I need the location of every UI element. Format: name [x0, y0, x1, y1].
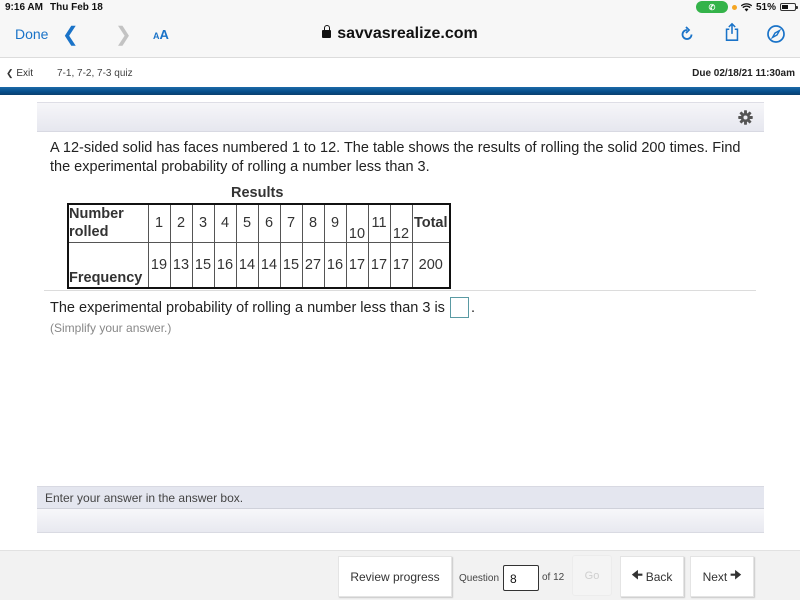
table-title: Results	[231, 185, 284, 201]
chevron-left-icon: ❮	[6, 68, 14, 78]
number-cell: 11	[367, 203, 391, 243]
number-cell: 4	[213, 203, 237, 243]
status-bar: 9:16 AM Thu Feb 18 ✆ 51%	[0, 0, 800, 16]
total-value: 200	[411, 241, 451, 289]
share-icon[interactable]	[722, 22, 742, 42]
frequency-cell: 15	[279, 241, 303, 289]
question-total: of 12	[542, 572, 565, 583]
row-header-frequency: Frequency	[67, 241, 149, 289]
frequency-cell: 19	[147, 241, 171, 289]
frequency-cell: 15	[191, 241, 215, 289]
frequency-cell: 16	[323, 241, 347, 289]
frequency-cell: 27	[301, 241, 325, 289]
number-cell: 7	[279, 203, 303, 243]
number-cell: 9	[323, 203, 347, 243]
answer-line: The experimental probability of rolling …	[50, 297, 475, 318]
text-size-button[interactable]: AA	[153, 27, 169, 42]
number-cell: 1	[147, 203, 171, 243]
question-toolbar	[37, 102, 764, 132]
arrow-left-icon: 🠈	[631, 568, 643, 582]
frequency-cell: 17	[389, 241, 413, 289]
chevron-left-icon[interactable]: ❮	[62, 22, 79, 47]
question-label: Question	[459, 573, 500, 584]
instructions-bar: Enter your answer in the answer box.	[37, 486, 764, 509]
number-cell: 10	[345, 203, 369, 243]
quiz-title: 7-1, 7-2, 7-3 quiz	[57, 68, 133, 79]
frequency-cell: 13	[169, 241, 193, 289]
compass-icon[interactable]	[766, 24, 786, 44]
brand-bar	[0, 87, 800, 95]
number-cell: 6	[257, 203, 281, 243]
chevron-right-icon: ❯	[115, 24, 132, 46]
lock-icon	[322, 25, 332, 38]
quiz-header: ❮ Exit 7-1, 7-2, 7-3 quiz Due 02/18/21 1…	[0, 58, 800, 88]
wifi-icon	[740, 2, 752, 11]
answer-hint: (Simplify your answer.)	[50, 321, 172, 335]
review-progress-button[interactable]: Review progress	[338, 556, 452, 597]
number-cell: 12	[389, 203, 413, 243]
due-date: Due 02/18/21 11:30am	[692, 68, 795, 79]
instructions-footer	[37, 509, 764, 533]
exit-label: Exit	[16, 68, 33, 79]
results-table: Number rolled 1 2 3 4 5 6 7 8 9 10 11 12 Total Frequ…	[67, 203, 451, 289]
question-number-input[interactable]: 8	[503, 565, 539, 591]
go-button: Go	[572, 555, 612, 596]
status-indicators: ✆ 51%	[695, 1, 798, 13]
table-row-numbers: Number rolled 1 2 3 4 5 6 7 8 9 10 11 12 Total	[67, 203, 451, 243]
phone-call-icon[interactable]: ✆	[695, 1, 728, 13]
next-label: Next	[702, 569, 728, 584]
battery-percent: 51%	[755, 1, 776, 13]
battery-icon	[780, 3, 798, 11]
back-label: Back	[645, 569, 673, 584]
answer-prompt: The experimental probability of rolling …	[50, 299, 445, 316]
row-header-number-rolled: Number rolled	[67, 203, 149, 243]
divider	[44, 290, 756, 291]
number-cell: 3	[191, 203, 215, 243]
frequency-cell: 16	[213, 241, 237, 289]
battery-level	[782, 5, 789, 9]
frequency-cell: 17	[367, 241, 391, 289]
frequency-cell: 14	[257, 241, 281, 289]
number-cell: 2	[169, 203, 193, 243]
url-text: savvasrealize.com	[337, 25, 478, 42]
back-button[interactable]: 🠈 Back	[620, 556, 684, 597]
number-cell: 8	[301, 203, 325, 243]
status-date: Thu Feb 18	[50, 2, 103, 13]
table-row-frequency: Frequency 19 13 15 16 14 14 15 27 16 17 17 17 200	[67, 241, 451, 289]
footer-nav: Review progress Question 🠈 Back Next 🠊	[0, 550, 800, 600]
question-text: A 12-sided solid has faces numbered 1 to…	[50, 140, 741, 175]
frequency-cell: 14	[235, 241, 259, 289]
arrow-right-icon: 🠊	[730, 568, 742, 582]
number-cell: 5	[235, 203, 259, 243]
answer-suffix: .	[470, 299, 475, 316]
next-button[interactable]: Next 🠊	[690, 556, 754, 597]
exit-button[interactable]: ❮ Exit	[6, 68, 33, 79]
browser-toolbar: Done ❮ ❯ AA savvasrealize.com	[0, 16, 800, 58]
total-header: Total	[411, 203, 451, 243]
reload-icon[interactable]	[677, 24, 697, 44]
gear-icon[interactable]	[737, 109, 754, 126]
done-button[interactable]: Done	[15, 26, 48, 42]
text-size-large-a: A	[159, 27, 169, 42]
answer-input[interactable]	[449, 297, 469, 318]
mic-indicator-icon	[731, 4, 737, 10]
status-time: 9:16 AM	[5, 2, 43, 13]
frequency-cell: 17	[345, 241, 369, 289]
